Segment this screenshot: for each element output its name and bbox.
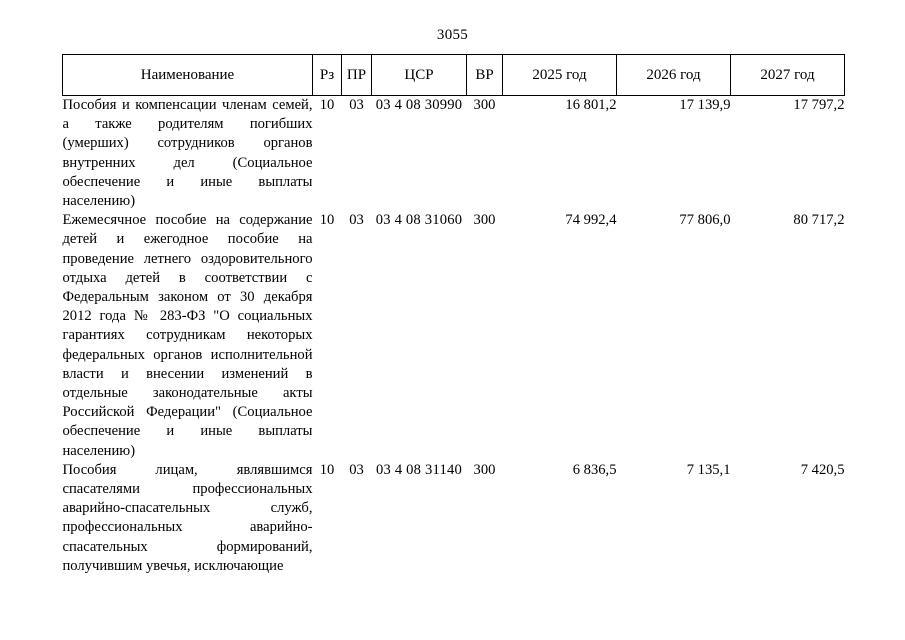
column-header-name: Наименование: [62, 54, 313, 96]
row-vr-cell: 300: [473, 461, 496, 478]
table-row: Ежемесячное пособие на содержание детей …: [63, 211, 845, 461]
row-value-2025: 74 992,4: [565, 212, 617, 229]
column-header-year-2027: 2027 год: [730, 54, 845, 96]
budget-table: Наименование Рз ПР ЦСР ВР 2025 год 2026 …: [62, 54, 845, 576]
column-header-rz: Рз: [312, 54, 342, 96]
row-rz-cell: 10: [319, 97, 335, 113]
table-row: Пособия лицам, являвшимся спасателями пр…: [63, 461, 845, 576]
row-value-2026: 7 135,1: [686, 461, 731, 478]
row-pr-cell: 03: [349, 212, 364, 229]
row-name-text: Пособия и компенсации членам семей, а та…: [62, 97, 313, 190]
row-vr-cell: 300: [473, 212, 496, 229]
row-name-last-line: получившим увечья, исключающие: [62, 557, 284, 574]
table-header: Наименование Рз ПР ЦСР ВР 2025 год 2026 …: [62, 54, 845, 96]
row-value-2025: 6 836,5: [572, 461, 617, 478]
row-csr-cell: 03 4 08 31060: [375, 212, 463, 229]
row-rz-cell: 10: [319, 212, 335, 229]
column-header-pr: ПР: [341, 54, 372, 96]
row-csr-cell: 03 4 08 31140: [376, 461, 462, 478]
column-header-year-2026: 2026 год: [616, 54, 731, 96]
row-rz-cell: 10: [319, 461, 335, 478]
row-value-2027: 7 420,5: [800, 461, 845, 478]
column-header-year-2025: 2025 год: [502, 54, 617, 96]
row-name-text: Пособия лицам, являвшимся спасателями пр…: [62, 461, 313, 555]
row-csr-cell: 03 4 08 30990: [375, 97, 463, 113]
row-value-2025: 16 801,2: [565, 97, 617, 113]
page-number: 3055: [436, 27, 469, 43]
row-name-last-line: населению): [62, 442, 136, 459]
table-row: Пособия и компенсации членам семей, а та…: [63, 96, 845, 212]
column-header-csr: ЦСР: [371, 54, 467, 96]
row-name-cell: Пособия лицам, являвшимся спасателями пр…: [63, 461, 313, 576]
column-header-vr: ВР: [466, 54, 503, 96]
row-vr-cell: 300: [473, 97, 496, 113]
row-name-text: Ежемесячное пособие на содержание детей …: [62, 212, 313, 440]
row-value-2026: 77 806,0: [679, 212, 731, 229]
row-name-last-line: населению): [62, 193, 136, 210]
row-pr-cell: 03: [349, 97, 364, 113]
table-header-row: Наименование Рз ПР ЦСР ВР 2025 год 2026 …: [62, 54, 845, 96]
row-value-2027: 17 797,2: [793, 97, 845, 113]
row-name-cell: Пособия и компенсации членам семей, а та…: [63, 96, 313, 212]
row-name-cell: Ежемесячное пособие на содержание детей …: [63, 211, 313, 461]
row-pr-cell: 03: [349, 461, 364, 478]
table-body: Пособия и компенсации членам семей, а та…: [63, 96, 845, 577]
row-value-2026: 17 139,9: [679, 97, 731, 113]
row-value-2027: 80 717,2: [793, 212, 845, 229]
